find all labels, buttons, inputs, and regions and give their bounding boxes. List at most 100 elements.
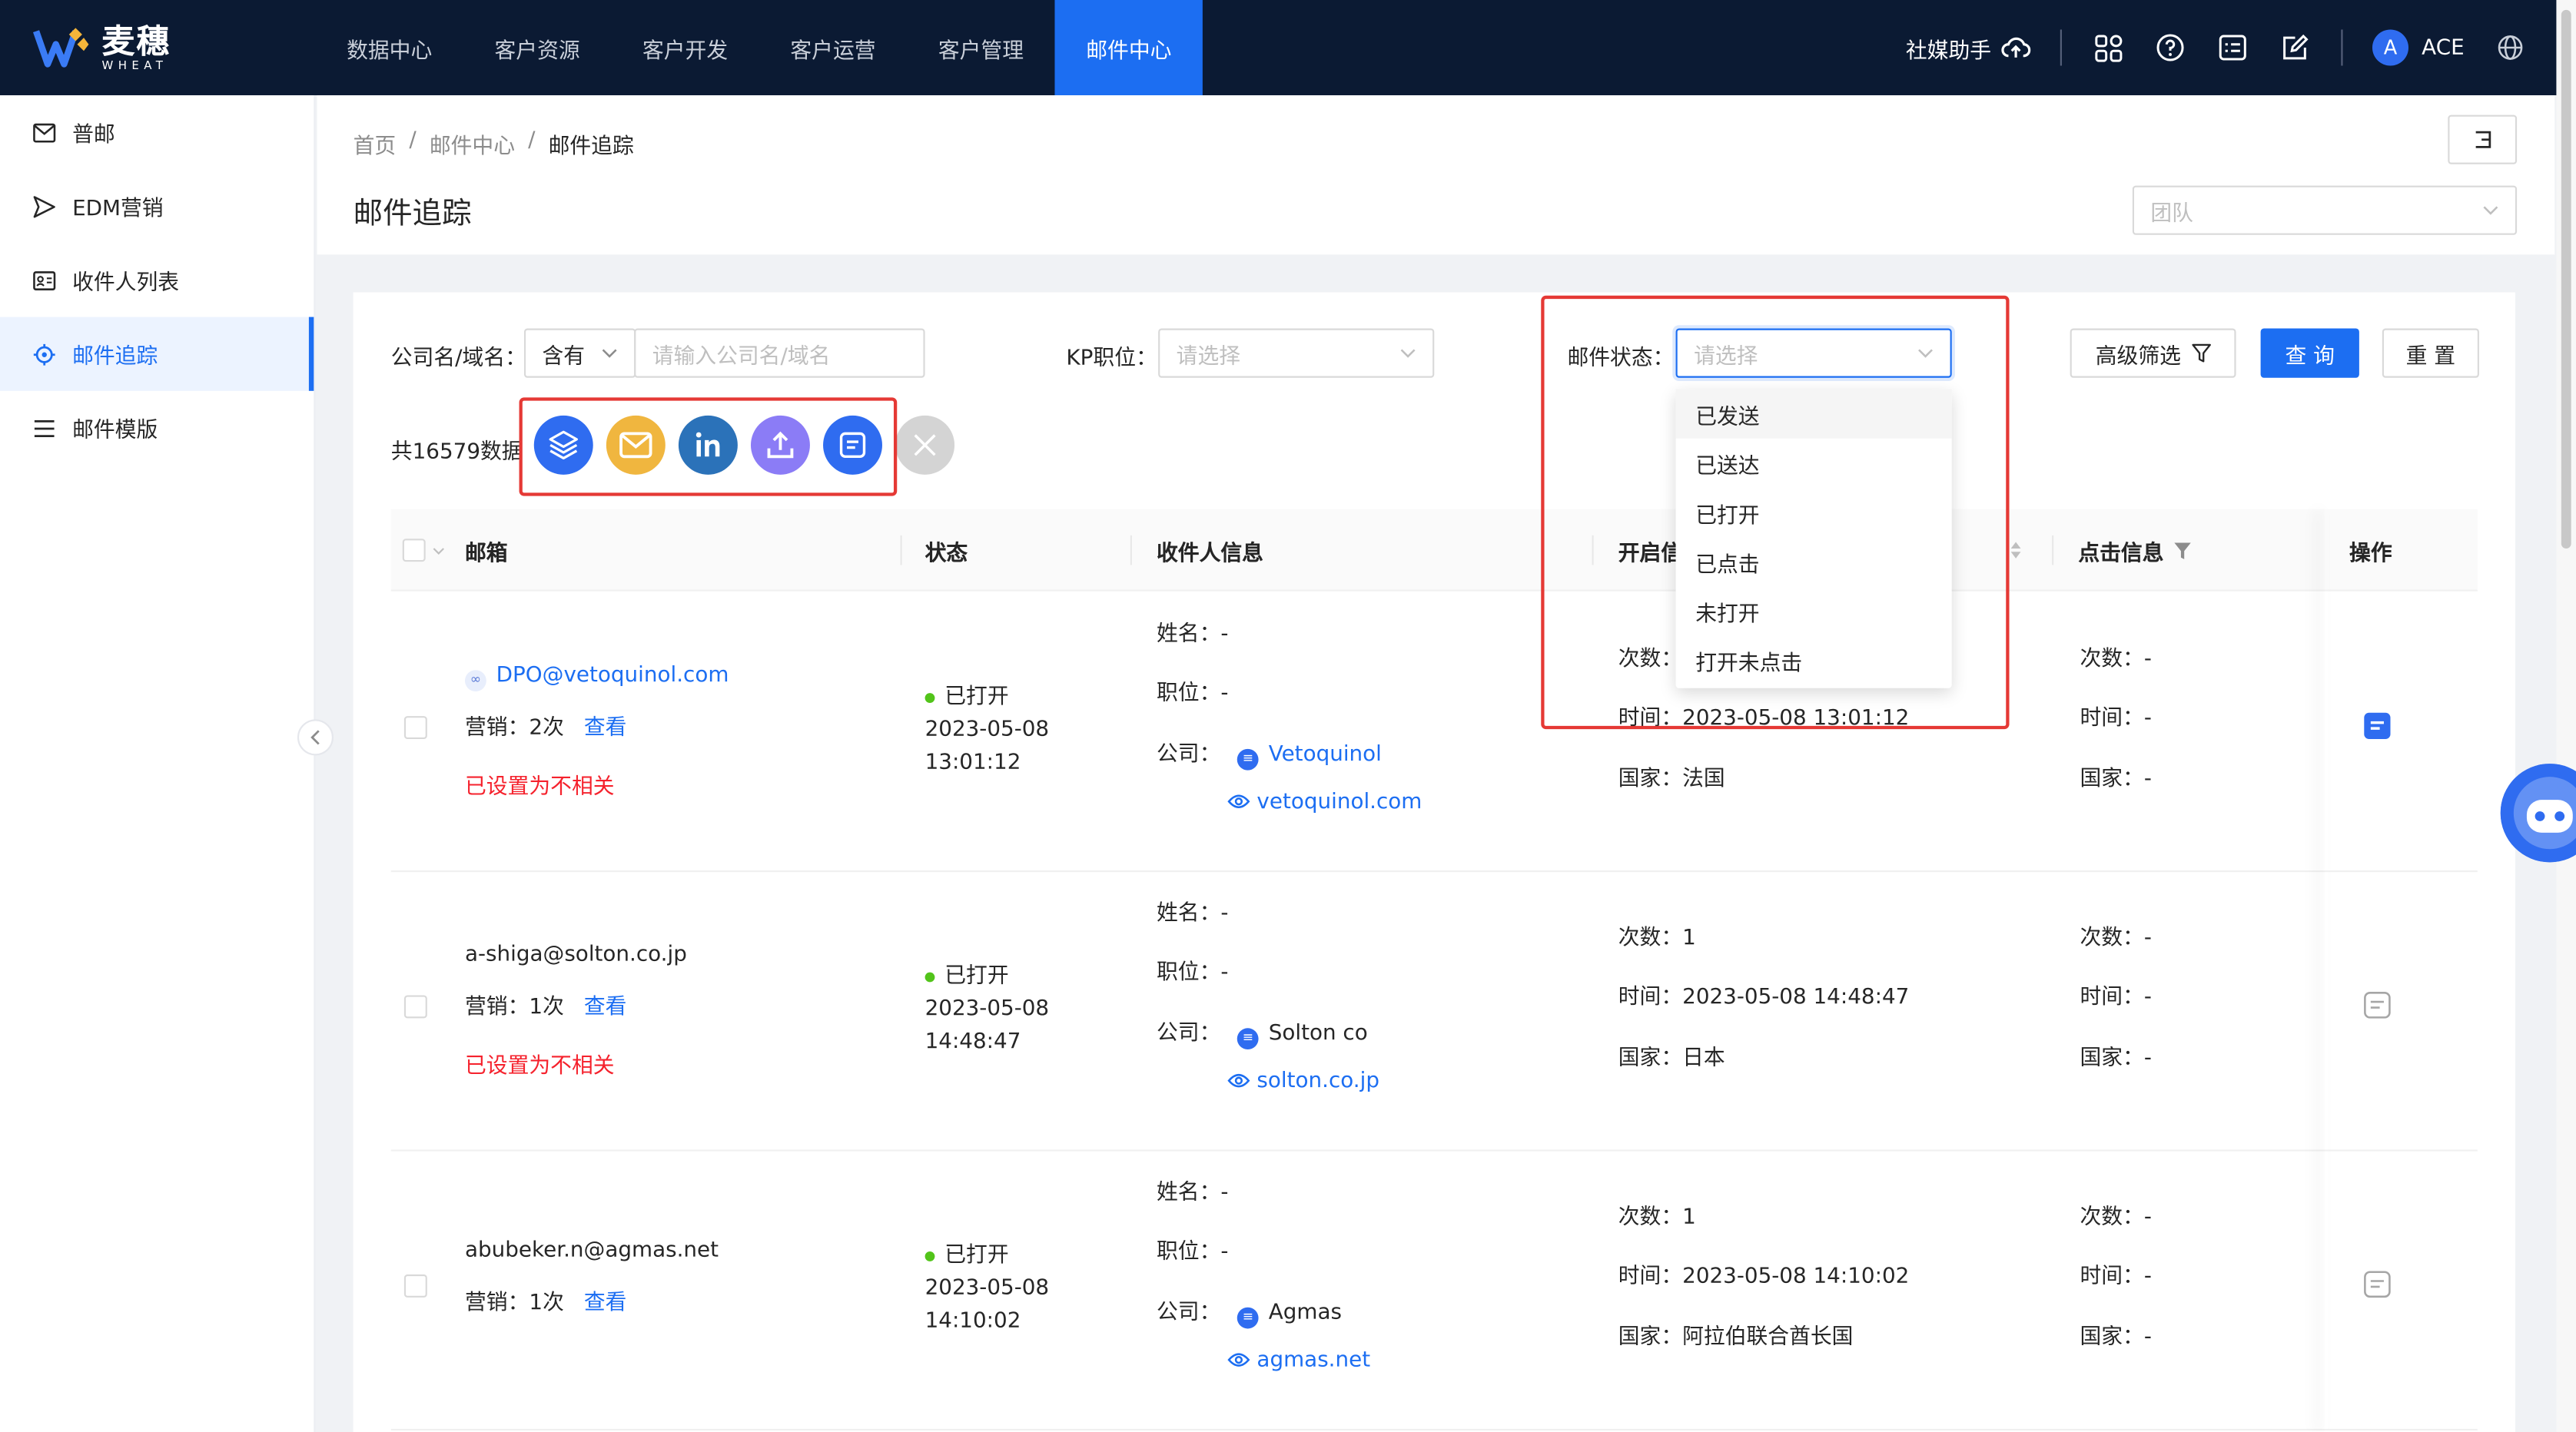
email-action-button[interactable] (606, 415, 666, 475)
social-assistant-label: 社媒助手 (1905, 38, 1992, 64)
column-click-info: 点击信息 (2078, 509, 2192, 592)
sort-icon[interactable] (2010, 509, 2023, 592)
envelope-icon (619, 432, 652, 459)
social-assistant-button[interactable]: 社媒助手 (1905, 32, 2031, 64)
status-cell: 已打开 2023-05-08 14:48:47 (925, 961, 1049, 1059)
status-option-sent[interactable]: 已发送 (1675, 389, 1952, 439)
close-icon (914, 434, 936, 456)
note-action-button[interactable] (823, 415, 882, 475)
team-select[interactable]: 团队 (2132, 185, 2518, 235)
row-checkbox[interactable] (403, 995, 427, 1019)
scrollbar-thumb[interactable] (2561, 9, 2571, 549)
brand-logo[interactable]: 麦穗 WHEAT (0, 0, 315, 95)
apps-grid-icon[interactable] (2091, 31, 2124, 65)
company-search-input[interactable]: 请输入公司名/域名 (634, 328, 925, 378)
status-option-clicked[interactable]: 已点击 (1676, 537, 1952, 586)
edit-icon[interactable] (2279, 31, 2312, 65)
note-button[interactable] (2362, 1270, 2392, 1311)
note-button[interactable] (2362, 990, 2392, 1031)
select-all-control[interactable] (402, 509, 446, 592)
checklist-icon[interactable] (2216, 31, 2249, 65)
filter-icon[interactable] (2173, 541, 2192, 559)
chevron-down-icon (433, 547, 444, 554)
eye-icon (1227, 1353, 1250, 1367)
layers-action-button[interactable] (533, 415, 593, 475)
open-time: 时间：2023-05-08 13:01:12 (1618, 706, 1910, 731)
domain-link[interactable]: vetoquinol.com (1227, 787, 1422, 820)
status-option-unopened[interactable]: 未打开 (1676, 586, 1952, 635)
mail-status-select[interactable]: 请选择 (1675, 328, 1952, 378)
advanced-filter-button[interactable]: 高级筛选 (2070, 328, 2236, 378)
marketing-count: 1次 (529, 995, 564, 1020)
eye-icon (1227, 794, 1250, 808)
company-icon: ≡ (1237, 747, 1259, 770)
domain-link[interactable]: solton.co.jp (1227, 1066, 1379, 1099)
nav-customer-management[interactable]: 客户管理 (907, 0, 1054, 95)
sidebar-item-label: 邮件追踪 (72, 344, 158, 370)
sidebar-item-label: EDM营销 (72, 197, 164, 222)
sidebar-item-recipient-list[interactable]: 收件人列表 (0, 243, 314, 317)
row-checkbox[interactable] (403, 1274, 427, 1298)
view-marketing-link[interactable]: 查看 (584, 1291, 627, 1315)
match-mode-select[interactable]: 含有 (523, 328, 636, 378)
row-email[interactable]: a-shiga@solton.co.jp (465, 940, 687, 973)
user-menu[interactable]: A ACE (2372, 29, 2465, 66)
row-checkbox[interactable] (403, 716, 427, 740)
nav-customer-operations[interactable]: 客户运营 (759, 0, 907, 95)
note-button[interactable] (2362, 711, 2392, 752)
page-scrollbar[interactable] (2556, 0, 2576, 1432)
export-action-button[interactable] (750, 415, 810, 475)
recipient-name: 姓名：- (1157, 622, 1229, 648)
sidebar-item-label: 邮件模版 (72, 419, 158, 444)
sidebar-item-regular-mail[interactable]: 普邮 (0, 95, 314, 169)
company-name[interactable]: ≡ Agmas (1237, 1301, 1342, 1328)
company-link[interactable]: ≡ Vetoquinol (1237, 742, 1382, 770)
advanced-filter-label: 高级筛选 (2095, 343, 2181, 369)
kp-position-select[interactable]: 请选择 (1158, 328, 1435, 378)
marketing-info: 营销：1次 查看 (465, 1288, 626, 1321)
select-all-checkbox[interactable] (402, 539, 426, 562)
mail-status-label: 邮件状态： (1567, 346, 1675, 372)
view-marketing-link[interactable]: 查看 (584, 996, 627, 1020)
domain-link[interactable]: agmas.net (1227, 1345, 1370, 1378)
email-link[interactable]: ∞ DPO@vetoquinol.com (464, 660, 729, 693)
sidebar-item-mail-tracking[interactable]: 邮件追踪 (0, 317, 314, 391)
nav-mail-center[interactable]: 邮件中心 (1054, 0, 1203, 95)
recipient-company: 公司： ≡ Solton co (1157, 1018, 1368, 1051)
click-country: 国家：- (2080, 767, 2152, 792)
assistant-robot-icon[interactable] (2500, 764, 2576, 863)
breadcrumb: 首页 / 邮件中心 / 邮件追踪 (354, 128, 634, 160)
mail-status-placeholder: 请选择 (1694, 343, 1758, 369)
open-time: 时间：2023-05-08 14:10:02 (1618, 1265, 1910, 1290)
note-outline-icon (2364, 1271, 2391, 1298)
exit-fullscreen-button[interactable] (2448, 114, 2518, 164)
status-option-delivered[interactable]: 已送达 (1676, 439, 1952, 488)
view-marketing-link[interactable]: 查看 (584, 716, 627, 741)
company-name[interactable]: ≡ Solton co (1237, 1022, 1368, 1049)
row-email[interactable]: abubeker.n@agmas.net (465, 1235, 719, 1268)
nav-customer-development[interactable]: 客户开发 (611, 0, 759, 95)
match-mode-value: 含有 (542, 343, 586, 369)
globe-icon[interactable] (2494, 31, 2527, 65)
reset-button[interactable]: 重 置 (2382, 328, 2479, 378)
status-option-opened[interactable]: 已打开 (1676, 488, 1952, 537)
breadcrumb-section[interactable]: 邮件中心 (430, 128, 515, 159)
help-icon[interactable] (2154, 31, 2187, 65)
status-option-opened-not-clicked[interactable]: 打开未点击 (1676, 635, 1952, 685)
nav-data-center[interactable]: 数据中心 (315, 0, 463, 95)
marketing-count: 2次 (529, 716, 564, 741)
breadcrumb-home[interactable]: 首页 (354, 128, 397, 159)
status-time: 14:48:47 (925, 1029, 1021, 1055)
sidebar-collapse-button[interactable] (297, 719, 334, 756)
column-open-info: 开启信 (1618, 541, 1683, 566)
sidebar-item-edm[interactable]: EDM营销 (0, 169, 314, 243)
nav-customer-resources[interactable]: 客户资源 (463, 0, 611, 95)
linkedin-action-button[interactable] (678, 415, 738, 475)
cloud-upload-icon (2001, 37, 2031, 58)
sidebar-item-mail-templates[interactable]: 邮件模版 (0, 391, 314, 465)
exit-icon (2475, 131, 2491, 148)
kp-position-placeholder: 请选择 (1176, 343, 1241, 369)
search-button[interactable]: 查 询 (2260, 328, 2359, 378)
open-country: 国家：法国 (1618, 767, 1725, 792)
clear-selection-button[interactable] (895, 415, 955, 475)
